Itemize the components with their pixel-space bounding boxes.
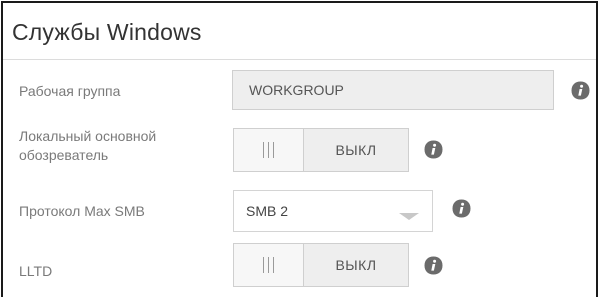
grip-line bbox=[263, 257, 264, 273]
panel-title: Службы Windows bbox=[12, 19, 202, 45]
max-smb-info-icon[interactable] bbox=[451, 198, 472, 219]
title-divider bbox=[3, 59, 596, 60]
max-smb-select[interactable]: SMB 2 bbox=[233, 190, 433, 232]
toggle-handle[interactable] bbox=[234, 244, 304, 286]
max-smb-selected-value: SMB 2 bbox=[246, 203, 289, 219]
local-master-browser-label-line2: обозреватель bbox=[19, 147, 109, 163]
grip-line bbox=[273, 142, 274, 158]
max-smb-label: Протокол Max SMB bbox=[19, 203, 145, 219]
grip-line bbox=[268, 257, 269, 273]
lltd-toggle[interactable]: ВЫКЛ bbox=[233, 243, 409, 287]
toggle-handle[interactable] bbox=[234, 129, 304, 171]
toggle-state-label: ВЫКЛ bbox=[304, 129, 408, 171]
windows-services-panel: Службы Windows Рабочая группа Локальный … bbox=[1, 1, 598, 297]
grip-line bbox=[268, 142, 269, 158]
local-master-browser-label-line1: Локальный основной bbox=[19, 128, 157, 144]
chevron-down-icon bbox=[399, 213, 419, 220]
lltd-info-icon[interactable] bbox=[423, 255, 444, 276]
toggle-state-label: ВЫКЛ bbox=[304, 244, 408, 286]
workgroup-label: Рабочая группа bbox=[19, 83, 121, 99]
local-master-browser-toggle[interactable]: ВЫКЛ bbox=[233, 128, 409, 172]
grip-line bbox=[263, 142, 264, 158]
lltd-label: LLTD bbox=[19, 263, 53, 279]
grip-line bbox=[273, 257, 274, 273]
workgroup-input[interactable] bbox=[232, 70, 554, 110]
local-master-browser-label: Локальный основной обозреватель bbox=[19, 127, 156, 165]
local-master-browser-info-icon[interactable] bbox=[423, 139, 444, 160]
workgroup-info-icon[interactable] bbox=[570, 80, 591, 101]
